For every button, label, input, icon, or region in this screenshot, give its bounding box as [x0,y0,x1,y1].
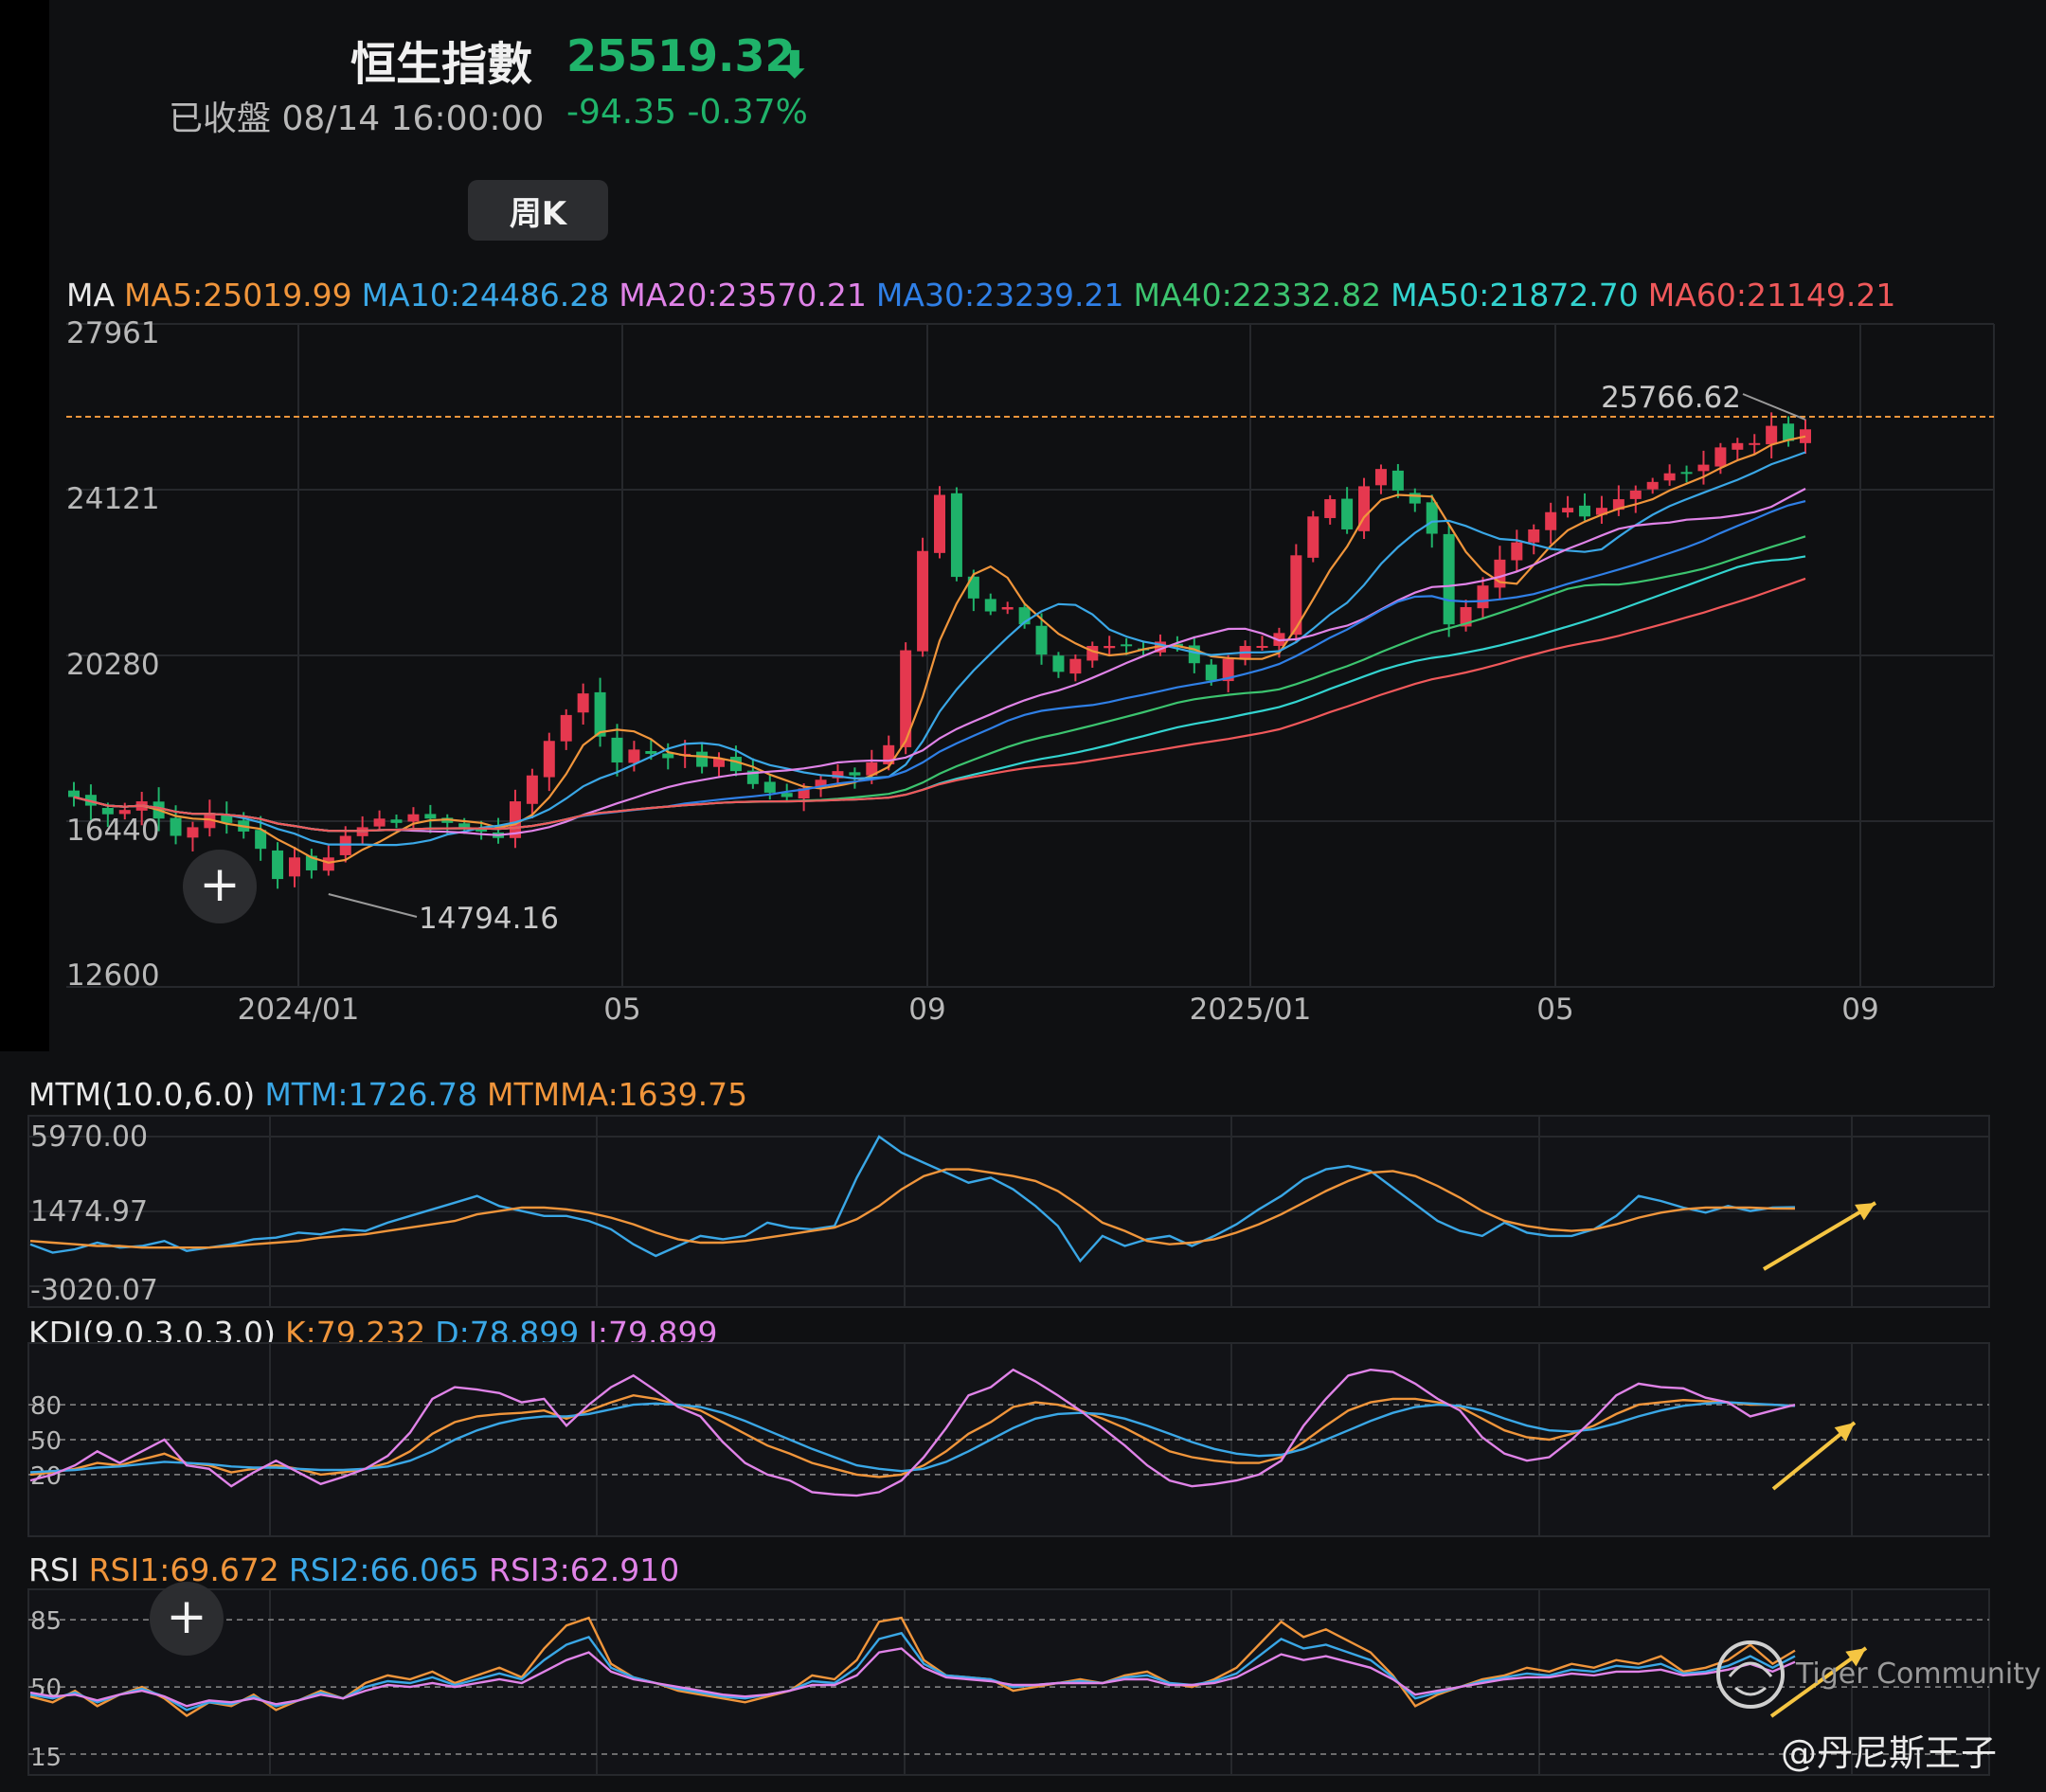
x-tick-5: 09 [1841,993,1878,1027]
candle-97 [1714,447,1727,467]
candle-83 [1477,585,1489,609]
sub-y-tick-1-1: 1474.97 [30,1195,148,1228]
candle-32 [611,737,623,763]
candle-96 [1697,464,1710,472]
candle-100 [1766,425,1778,445]
candle-0 [68,790,80,797]
y-tick-0: 27961 [66,316,160,350]
candle-75 [1341,498,1354,529]
candle-12 [272,850,284,880]
subpanel-bg-3 [28,1589,1989,1775]
sub-y-tick-1-2: -3020.07 [30,1274,158,1307]
sub-y-tick-2-0: 80 [30,1392,62,1421]
y-tick-4: 12600 [66,959,160,993]
candle-3 [118,810,131,815]
candle-59 [1069,658,1082,674]
candle-88 [1562,508,1574,513]
candle-35 [662,753,674,759]
candle-61 [1104,645,1116,649]
candle-20 [407,814,420,822]
candle-52 [950,493,962,578]
candle-19 [390,819,403,823]
candle-73 [1307,516,1319,558]
candle-80 [1426,502,1438,534]
candle-54 [984,599,996,612]
candle-81 [1443,533,1455,625]
candle-50 [917,550,929,652]
candle-7 [187,827,199,838]
candle-13 [288,857,300,877]
candle-2 [101,808,114,815]
candle-33 [628,749,640,763]
candle-42 [781,793,793,797]
add-indicator-button[interactable]: + [183,850,257,923]
candle-21 [424,814,437,819]
candle-46 [849,772,861,776]
candle-57 [1035,625,1048,655]
candle-27 [526,775,538,804]
candle-37 [696,751,709,767]
candle-28 [543,741,555,778]
candle-77 [1374,469,1387,486]
candle-94 [1663,473,1676,481]
candle-34 [645,751,657,754]
candle-95 [1680,472,1693,475]
low-annotation: 14794.16 [419,902,559,936]
candle-18 [373,818,386,827]
candle-55 [1001,606,1014,610]
sub-y-tick-1-0: 5970.00 [30,1120,148,1154]
chart-screen: 恒生指數 25519.32 ⬇ 已收盤 08/14 16:00:00 -94.3… [0,0,2046,1792]
candle-11 [255,830,267,850]
candle-58 [1052,655,1065,672]
candle-87 [1545,511,1557,530]
candle-31 [594,691,606,737]
high-annotation: 25766.62 [1601,381,1741,415]
candle-30 [577,693,589,713]
sub-y-tick-3-2: 15 [30,1744,62,1772]
candle-74 [1324,499,1337,518]
candle-60 [1086,645,1099,661]
candle-102 [1800,429,1811,443]
candle-23 [458,823,471,828]
candle-62 [1121,644,1133,647]
candlestick-chart[interactable]: 27961 24121 20280 16440 12600 2024/01 05 09 2025… [0,0,2046,1792]
y-tick-2: 20280 [66,648,160,682]
add-subchart-button[interactable]: + [150,1582,224,1656]
x-tick-0: 2024/01 [238,993,360,1027]
y-tick-3: 16440 [66,814,160,848]
sub-y-tick-3-0: 85 [30,1607,62,1636]
candle-99 [1749,442,1761,445]
candle-92 [1629,490,1642,499]
candle-16 [339,835,351,855]
sub-y-tick-2-1: 50 [30,1427,62,1456]
tiger-community-watermark: Tiger Community [1796,1658,2041,1691]
candle-15 [322,857,334,871]
y-tick-1: 24121 [66,482,160,516]
candle-29 [560,714,572,742]
x-tick-3: 2025/01 [1190,993,1312,1027]
candle-93 [1646,481,1659,490]
candle-51 [934,494,945,553]
candle-39 [729,757,742,772]
x-tick-2: 09 [908,993,945,1027]
candle-78 [1391,470,1404,491]
candle-41 [763,781,776,793]
candle-70 [1256,645,1268,648]
x-tick-4: 05 [1536,993,1573,1027]
candle-98 [1732,442,1744,450]
main-chart-bg [49,313,2046,1051]
x-tick-1: 05 [603,993,640,1027]
candle-6 [170,817,182,836]
candle-86 [1528,529,1540,543]
candle-67 [1205,664,1217,681]
author-handle: @丹尼斯王子 [1781,1732,1998,1774]
candle-89 [1579,505,1591,517]
candle-85 [1511,542,1523,561]
